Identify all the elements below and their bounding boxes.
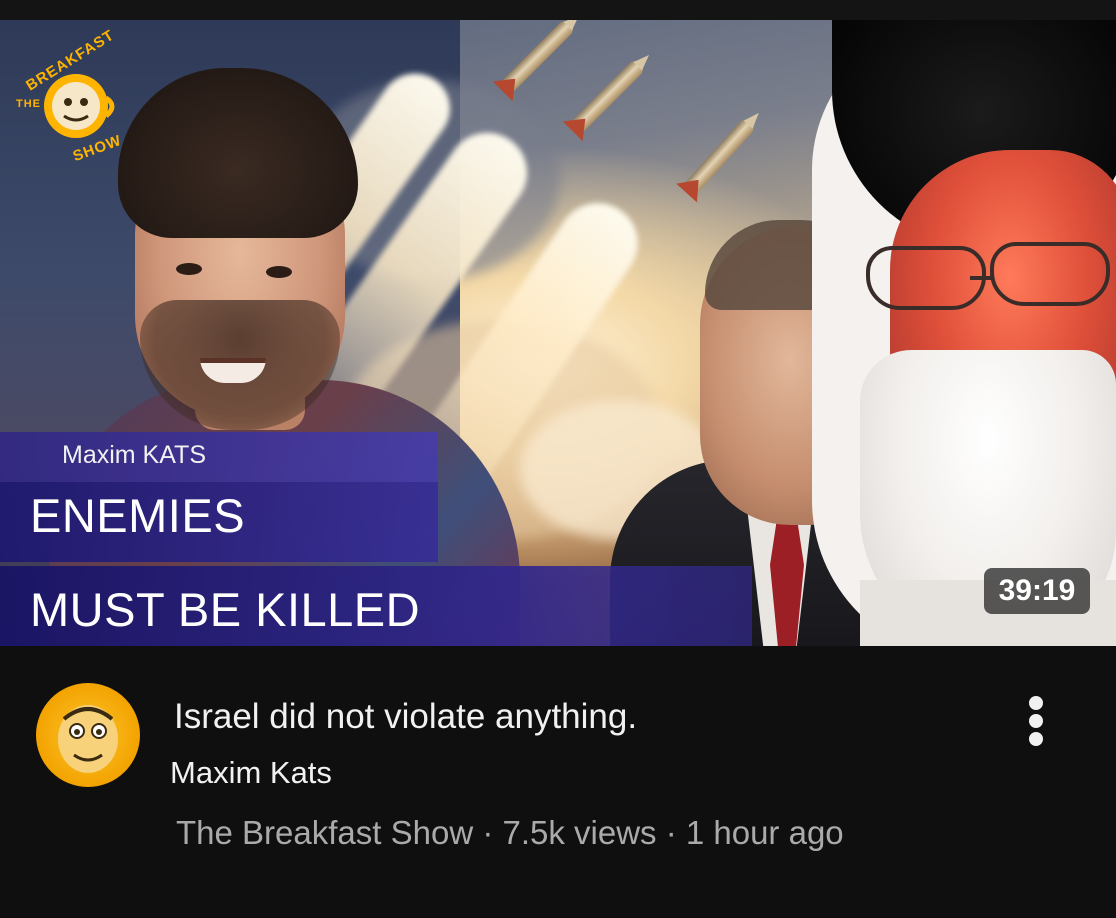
channel-avatar[interactable] bbox=[36, 683, 140, 787]
overlay-name: Maxim KATS bbox=[62, 441, 206, 469]
overlay-title-line1: ENEMIES bbox=[30, 489, 246, 542]
missile bbox=[569, 57, 647, 135]
man-eye bbox=[176, 263, 202, 275]
missile bbox=[683, 116, 757, 196]
top-strip bbox=[0, 0, 1116, 20]
overlay-title-line2: MUST BE KILLED bbox=[30, 583, 421, 636]
channel-name[interactable]: Maxim Kats bbox=[170, 755, 332, 791]
video-thumbnail[interactable]: BREAKFAST THE SHOW Maxim KATS ENEMIES MU… bbox=[0, 20, 1116, 646]
more-vert-icon[interactable] bbox=[1022, 696, 1050, 746]
duration-badge: 39:19 bbox=[984, 568, 1090, 614]
menu-dot bbox=[1029, 696, 1043, 710]
logo-text-the: THE bbox=[16, 98, 41, 110]
missile bbox=[499, 20, 577, 95]
glasses-lens bbox=[866, 246, 986, 310]
man-eye bbox=[266, 266, 292, 278]
video-title[interactable]: Israel did not violate anything. bbox=[174, 697, 637, 737]
glasses-bridge bbox=[970, 276, 992, 280]
glasses-lens bbox=[990, 242, 1110, 306]
menu-dot bbox=[1029, 714, 1043, 728]
menu-dot bbox=[1029, 732, 1043, 746]
video-meta: The Breakfast Show · 7.5k views · 1 hour… bbox=[176, 814, 844, 851]
breakfast-show-logo: BREAKFAST THE SHOW bbox=[14, 27, 144, 166]
